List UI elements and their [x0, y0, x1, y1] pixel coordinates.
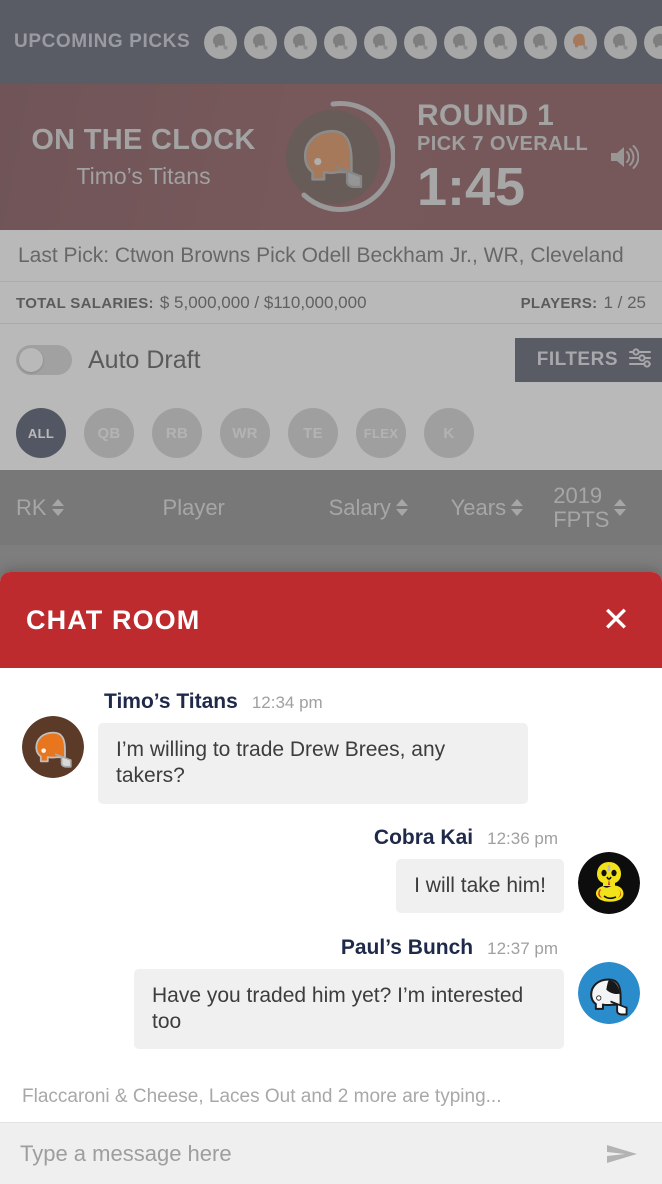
- pick-avatar-9[interactable]: [524, 25, 558, 59]
- position-pill-k[interactable]: K: [424, 408, 474, 458]
- column-header-salary-label: Salary: [328, 494, 391, 520]
- chat-message-content: Cobra Kai 12:36 pm I will take him!: [368, 826, 564, 913]
- player-table-header: RK Player Salary Years 2019 FPTS: [0, 470, 662, 545]
- pick-avatar-10[interactable]: [564, 25, 598, 59]
- chat-message-bubble: Have you traded him yet? I’m interested …: [134, 968, 564, 1049]
- players-count-value: 1 / 25: [603, 292, 646, 312]
- on-the-clock-team: Timo’s Titans: [76, 163, 211, 189]
- filters-button[interactable]: FILTERS: [514, 338, 662, 382]
- panthers-helmet-avatar: [578, 961, 640, 1024]
- pick-avatar-3[interactable]: [284, 25, 318, 59]
- position-filter-pills[interactable]: ALL QB RB WR TE FLEX K: [0, 396, 662, 470]
- position-pill-label: QB: [97, 424, 121, 442]
- chat-message-bubble: I’m willing to trade Drew Brees, any tak…: [98, 723, 528, 804]
- upcoming-picks-label: UPCOMING PICKS: [14, 31, 191, 52]
- auto-draft-row: Auto Draft FILTERS: [0, 324, 662, 396]
- chat-message-list: Timo’s Titans 12:34 pm I’m willing to trad…: [0, 668, 662, 1082]
- chat-message-time: 12:36 pm: [487, 828, 558, 848]
- round-label: ROUND 1: [417, 98, 555, 132]
- auto-draft-toggle[interactable]: [16, 345, 72, 375]
- sort-icon-salary[interactable]: [395, 499, 408, 516]
- typing-indicator: Flaccaroni & Cheese, Laces Out and 2 mor…: [22, 1086, 502, 1107]
- sort-icon-years[interactable]: [511, 499, 524, 516]
- speaker-icon[interactable]: [602, 135, 646, 179]
- position-pill-qb[interactable]: QB: [84, 408, 134, 458]
- close-icon[interactable]: ✕: [596, 603, 636, 637]
- chat-message: Timo’s Titans 12:34 pm I’m willing to trad…: [22, 690, 640, 804]
- column-header-rk[interactable]: RK: [16, 495, 163, 521]
- position-pill-rb[interactable]: RB: [152, 408, 202, 458]
- column-header-years-label: Years: [450, 494, 507, 520]
- chat-composer: [0, 1122, 662, 1184]
- draft-timer: 1:45: [417, 157, 526, 218]
- draft-room-screen: UPCOMING PICKS ON THE CLOCK Timo’s Titan…: [0, 0, 662, 1184]
- total-salaries-label: TOTAL SALARIES:: [16, 294, 154, 312]
- pick-avatar-4[interactable]: [324, 25, 358, 59]
- filters-button-label: FILTERS: [536, 349, 618, 370]
- browns-helmet-icon: [271, 95, 395, 219]
- chat-message-time: 12:37 pm: [487, 938, 558, 958]
- sort-icon-fpts[interactable]: [614, 499, 627, 516]
- position-pill-label: FLEX: [363, 425, 399, 441]
- position-pill-all[interactable]: ALL: [16, 408, 66, 458]
- column-header-fpts-label: FPTS: [553, 506, 610, 532]
- on-the-clock-status: ON THE CLOCK: [31, 124, 256, 156]
- on-the-clock-right: ROUND 1 PICK 7 OVERALL 1:45: [395, 98, 646, 218]
- chat-room-title: CHAT ROOM: [26, 604, 201, 635]
- column-header-fpts-year: 2019: [553, 483, 603, 509]
- salary-summary-bar: TOTAL SALARIES: $ 5,000,000 / $110,000,0…: [0, 282, 662, 324]
- pick-overall-label: PICK 7 OVERALL: [417, 133, 589, 156]
- chat-room-header: CHAT ROOM ✕: [0, 572, 662, 668]
- position-pill-label: ALL: [27, 425, 55, 441]
- pick-avatar-12[interactable]: [644, 25, 662, 59]
- pick-avatar-7[interactable]: [444, 25, 478, 59]
- auto-draft-label: Auto Draft: [88, 345, 201, 374]
- position-pill-flex[interactable]: FLEX: [356, 408, 406, 458]
- column-header-fpts[interactable]: 2019 FPTS: [553, 483, 646, 532]
- browns-helmet-avatar: [22, 716, 84, 778]
- pick-avatar-8[interactable]: [484, 25, 518, 59]
- column-header-player[interactable]: Player: [163, 495, 329, 521]
- position-pill-wr[interactable]: WR: [220, 408, 270, 458]
- chat-message-meta: Paul’s Bunch 12:37 pm: [335, 936, 564, 960]
- chat-message-content: Paul’s Bunch 12:37 pm Have you traded him …: [134, 936, 564, 1049]
- position-pill-te[interactable]: TE: [288, 408, 338, 458]
- chat-message: Cobra Kai 12:36 pm I will take him!: [22, 826, 640, 914]
- chat-message-content: Timo’s Titans 12:34 pm I’m willing to trad…: [98, 690, 528, 804]
- position-pill-label: TE: [303, 424, 323, 442]
- chat-message-meta: Timo’s Titans 12:34 pm: [98, 690, 528, 714]
- players-count-label: PLAYERS:: [520, 294, 598, 312]
- sort-icon-rk[interactable]: [51, 499, 64, 516]
- column-header-salary[interactable]: Salary: [329, 495, 451, 521]
- chat-message-time: 12:34 pm: [251, 693, 323, 712]
- chat-message-meta: Cobra Kai 12:36 pm: [368, 826, 564, 850]
- pick-avatar-11[interactable]: [604, 25, 638, 59]
- chat-message-input[interactable]: [20, 1140, 590, 1167]
- column-header-rk-label: RK: [16, 494, 47, 520]
- chat-message: Paul’s Bunch 12:37 pm Have you traded him …: [22, 936, 640, 1049]
- position-pill-label: WR: [232, 424, 258, 442]
- on-the-clock-banner: ON THE CLOCK Timo’s Titans ROUND 1 PICK …: [0, 84, 662, 230]
- cobra-avatar: [578, 851, 640, 914]
- tune-sliders-icon: [628, 347, 652, 374]
- pick-avatar-5[interactable]: [364, 25, 398, 59]
- position-pill-label: RB: [165, 424, 189, 442]
- column-header-years[interactable]: Years: [451, 495, 554, 521]
- chat-message-bubble: I will take him!: [396, 858, 564, 913]
- upcoming-picks-list[interactable]: [204, 25, 662, 59]
- position-pill-label: K: [443, 424, 455, 442]
- upcoming-picks-bar: UPCOMING PICKS: [0, 0, 662, 84]
- chat-message-sender: Cobra Kai: [373, 825, 474, 849]
- pick-avatar-1[interactable]: [204, 25, 238, 59]
- send-icon[interactable]: [602, 1137, 642, 1171]
- chat-message-sender: Paul’s Bunch: [340, 935, 474, 959]
- column-header-player-label: Player: [162, 494, 225, 520]
- last-pick-text: Last Pick: Ctwon Browns Pick Odell Beckh…: [0, 230, 662, 282]
- on-the-clock-left: ON THE CLOCK Timo’s Titans: [16, 124, 271, 190]
- chat-room-panel: CHAT ROOM ✕ Timo’s Titans 12:34 pm I’m wil…: [0, 572, 662, 1184]
- pick-avatar-6[interactable]: [404, 25, 438, 59]
- chat-message-sender: Timo’s Titans: [104, 690, 238, 713]
- total-salaries-value: $ 5,000,000 / $110,000,000: [159, 292, 367, 312]
- pick-avatar-2[interactable]: [244, 25, 278, 59]
